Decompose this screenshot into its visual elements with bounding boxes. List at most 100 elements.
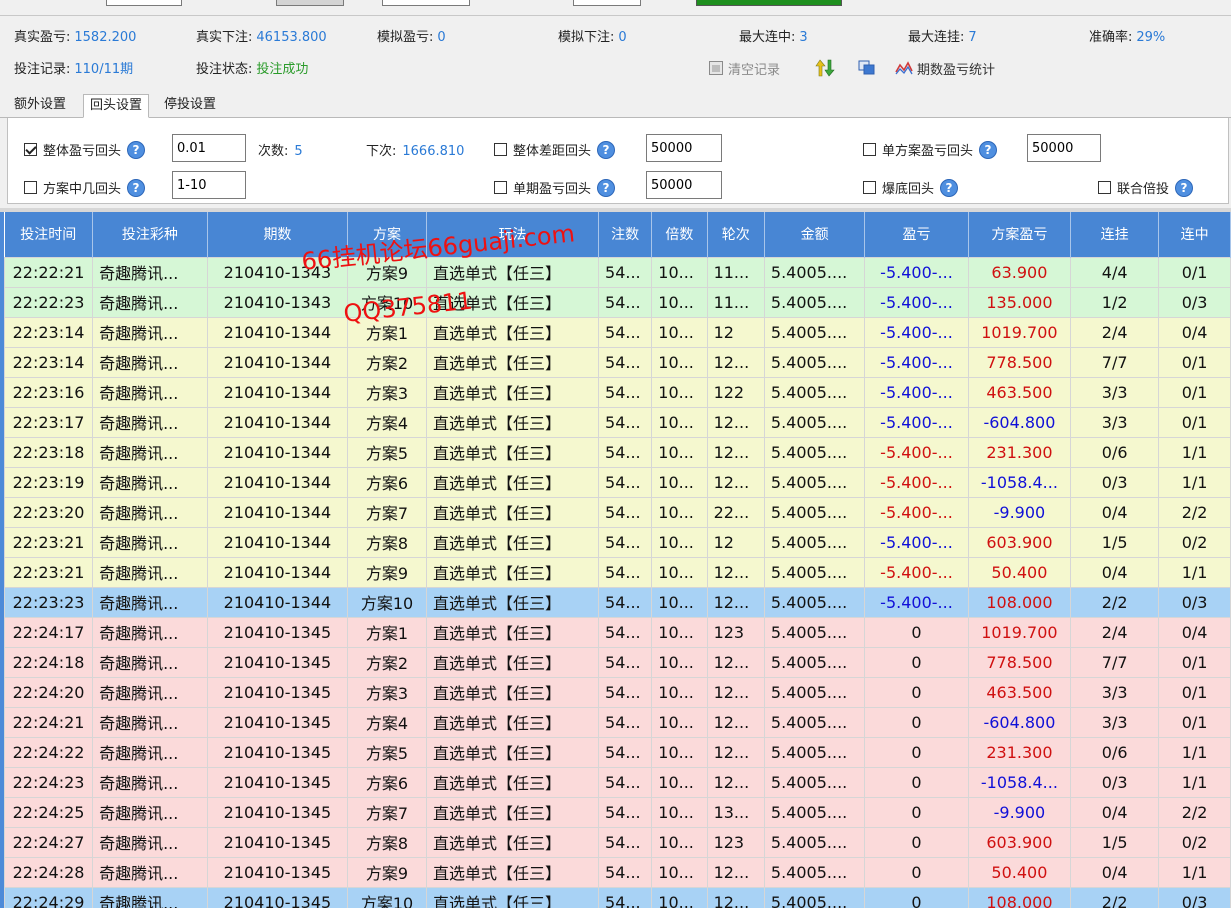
checkbox-unchecked[interactable] <box>494 143 507 156</box>
table-row[interactable]: 22:24:23 奇趣腾讯... 210410-1345 方案6 直选单式【任三】 54.… <box>4 766 1231 798</box>
table-row[interactable]: 22:24:20 奇趣腾讯... 210410-1345 方案3 直选单式【任三】 54.… <box>4 676 1231 708</box>
table-cell-lottery: 奇趣腾讯... <box>92 436 208 468</box>
table-cell-lose-streak: 2/2 <box>1070 586 1160 618</box>
table-cell-period: 210410-1345 <box>206 736 349 768</box>
table-cell-win-streak: 0/1 <box>1158 706 1231 738</box>
checkbox-unchecked[interactable] <box>24 181 37 194</box>
column-header[interactable]: 倍数 <box>651 212 708 257</box>
table-cell-lose-streak: 3/3 <box>1070 676 1160 708</box>
table-cell-lose-streak: 1/5 <box>1070 526 1160 558</box>
column-header[interactable]: 玩法 <box>426 212 600 257</box>
table-cell-plan-profit: 135.000 <box>967 286 1072 318</box>
table-cell-lose-streak: 4/4 <box>1070 256 1160 288</box>
column-header[interactable]: 轮次 <box>707 212 765 257</box>
table-row[interactable]: 22:22:23 奇趣腾讯... 210410-1343 方案10 直选单式【任三】 54… <box>4 286 1231 318</box>
overall-gap-return-checkbox[interactable]: 整体差距回头 ? <box>494 140 616 159</box>
column-header[interactable]: 注数 <box>598 212 653 257</box>
clear-records-button[interactable]: 清空记录 <box>708 58 780 78</box>
table-row[interactable]: 22:23:14 奇趣腾讯... 210410-1344 方案2 直选单式【任三】 54.… <box>4 346 1231 378</box>
bottom-out-return-checkbox[interactable]: 爆底回头 ? <box>863 178 959 197</box>
table-cell-plan-profit: -1058.4... <box>967 466 1072 498</box>
single-period-return-input[interactable] <box>646 171 722 199</box>
checkbox-unchecked[interactable] <box>863 143 876 156</box>
help-icon[interactable]: ? <box>127 178 146 197</box>
table-cell-amount: 5.4005.... <box>763 856 866 888</box>
table-row[interactable]: 22:24:28 奇趣腾讯... 210410-1345 方案9 直选单式【任三】 54.… <box>4 856 1231 888</box>
column-header[interactable]: 连中 <box>1158 212 1231 257</box>
overall-profit-return-input[interactable] <box>172 134 246 162</box>
checkbox-unchecked[interactable] <box>863 181 876 194</box>
table-cell-profit: 0 <box>864 676 969 708</box>
table-row[interactable]: 22:22:21 奇趣腾讯... 210410-1343 方案9 直选单式【任三】 54.… <box>4 256 1231 288</box>
table-row[interactable]: 22:23:16 奇趣腾讯... 210410-1344 方案3 直选单式【任三】 54.… <box>4 376 1231 408</box>
table-cell-profit: -5.400-... <box>864 496 969 528</box>
table-row[interactable]: 22:24:25 奇趣腾讯... 210410-1345 方案7 直选单式【任三】 54.… <box>4 796 1231 828</box>
tab-stop-settings[interactable]: 停投设置 <box>158 94 222 118</box>
single-plan-return-checkbox[interactable]: 单方案盈亏回头 ? <box>863 140 998 159</box>
partial-input-2[interactable] <box>382 0 470 6</box>
table-row[interactable]: 22:23:18 奇趣腾讯... 210410-1344 方案5 直选单式【任三】 54.… <box>4 436 1231 468</box>
table-row[interactable]: 22:23:19 奇趣腾讯... 210410-1344 方案6 直选单式【任三】 54.… <box>4 466 1231 498</box>
column-header[interactable]: 金额 <box>764 212 866 257</box>
period-profit-stats-button[interactable]: 期数盈亏统计 <box>895 58 995 78</box>
table-cell-time: 22:22:23 <box>4 286 94 318</box>
overall-gap-return-input[interactable] <box>646 134 722 162</box>
help-icon[interactable]: ? <box>940 178 959 197</box>
table-cell-round: 12... <box>706 466 765 498</box>
plan-hit-return-checkbox[interactable]: 方案中几回头 ? <box>24 178 146 197</box>
table-cell-lose-streak: 0/4 <box>1070 856 1160 888</box>
checkbox-checked[interactable] <box>24 143 37 156</box>
help-icon[interactable]: ? <box>1175 178 1194 197</box>
table-row[interactable]: 22:23:21 奇趣腾讯... 210410-1344 方案9 直选单式【任三】 54.… <box>4 556 1231 588</box>
table-row[interactable]: 22:24:17 奇趣腾讯... 210410-1345 方案1 直选单式【任三】 54.… <box>4 616 1231 648</box>
table-row[interactable]: 22:24:22 奇趣腾讯... 210410-1345 方案5 直选单式【任三】 54.… <box>4 736 1231 768</box>
column-header[interactable]: 连挂 <box>1070 212 1160 257</box>
table-row[interactable]: 22:23:20 奇趣腾讯... 210410-1344 方案7 直选单式【任三】 54.… <box>4 496 1231 528</box>
table-row[interactable]: 22:23:21 奇趣腾讯... 210410-1344 方案8 直选单式【任三】 54.… <box>4 526 1231 558</box>
help-icon[interactable]: ? <box>127 140 146 159</box>
copy-window-button[interactable] <box>858 58 876 78</box>
table-cell-mode: 直选单式【任三】 <box>425 496 600 528</box>
checkbox-unchecked[interactable] <box>1098 181 1111 194</box>
table-row[interactable]: 22:23:23 奇趣腾讯... 210410-1344 方案10 直选单式【任三】 54… <box>4 586 1231 618</box>
table-cell-period: 210410-1344 <box>206 376 349 408</box>
table-cell-bets: 54... <box>598 466 653 498</box>
table-cell-lottery: 奇趣腾讯... <box>92 376 208 408</box>
tab-return-settings[interactable]: 回头设置 <box>83 94 150 118</box>
table-row[interactable]: 22:23:17 奇趣腾讯... 210410-1344 方案4 直选单式【任三】 54.… <box>4 406 1231 438</box>
table-row[interactable]: 22:24:29 奇趣腾讯... 210410-1345 方案10 直选单式【任三】 54… <box>4 886 1231 908</box>
table-row[interactable]: 22:24:21 奇趣腾讯... 210410-1345 方案4 直选单式【任三】 54.… <box>4 706 1231 738</box>
plan-hit-return-input[interactable] <box>172 171 246 199</box>
column-header[interactable]: 投注时间 <box>4 212 94 257</box>
single-period-return-checkbox[interactable]: 单期盈亏回头 ? <box>494 178 616 197</box>
joint-multiply-checkbox[interactable]: 联合倍投 ? <box>1098 178 1194 197</box>
single-plan-return-input[interactable] <box>1027 134 1101 162</box>
checkbox-unchecked[interactable] <box>494 181 507 194</box>
table-cell-round: 12... <box>706 856 765 888</box>
help-icon[interactable]: ? <box>597 140 616 159</box>
table-cell-profit: -5.400-... <box>864 316 969 348</box>
table-row[interactable]: 22:23:14 奇趣腾讯... 210410-1344 方案1 直选单式【任三】 54.… <box>4 316 1231 348</box>
column-header[interactable]: 期数 <box>207 212 349 257</box>
overall-profit-return-checkbox[interactable]: 整体盈亏回头 ? <box>24 140 146 159</box>
partial-input-3[interactable] <box>573 0 641 6</box>
column-header[interactable]: 投注彩种 <box>92 212 208 257</box>
table-row[interactable]: 22:24:27 奇趣腾讯... 210410-1345 方案8 直选单式【任三】 54.… <box>4 826 1231 858</box>
table-cell-period: 210410-1345 <box>206 616 349 648</box>
table-cell-mult: 10... <box>651 316 708 348</box>
column-header[interactable]: 盈亏 <box>864 212 969 257</box>
tab-extra-settings[interactable]: 额外设置 <box>8 94 72 118</box>
table-cell-mult: 10... <box>651 826 708 858</box>
help-icon[interactable]: ? <box>597 178 616 197</box>
partial-button[interactable] <box>276 0 344 6</box>
table-cell-bets: 54... <box>598 286 653 318</box>
table-cell-period: 210410-1345 <box>206 886 349 908</box>
table-row[interactable]: 22:24:18 奇趣腾讯... 210410-1345 方案2 直选单式【任三】 54.… <box>4 646 1231 678</box>
table-cell-plan-profit: 63.900 <box>967 256 1072 288</box>
column-header[interactable]: 方案 <box>347 212 427 257</box>
sort-updown-button[interactable] <box>815 58 835 78</box>
table-cell-mode: 直选单式【任三】 <box>425 436 600 468</box>
help-icon[interactable]: ? <box>979 140 998 159</box>
partial-input-1[interactable] <box>106 0 182 6</box>
column-header[interactable]: 方案盈亏 <box>968 212 1072 257</box>
